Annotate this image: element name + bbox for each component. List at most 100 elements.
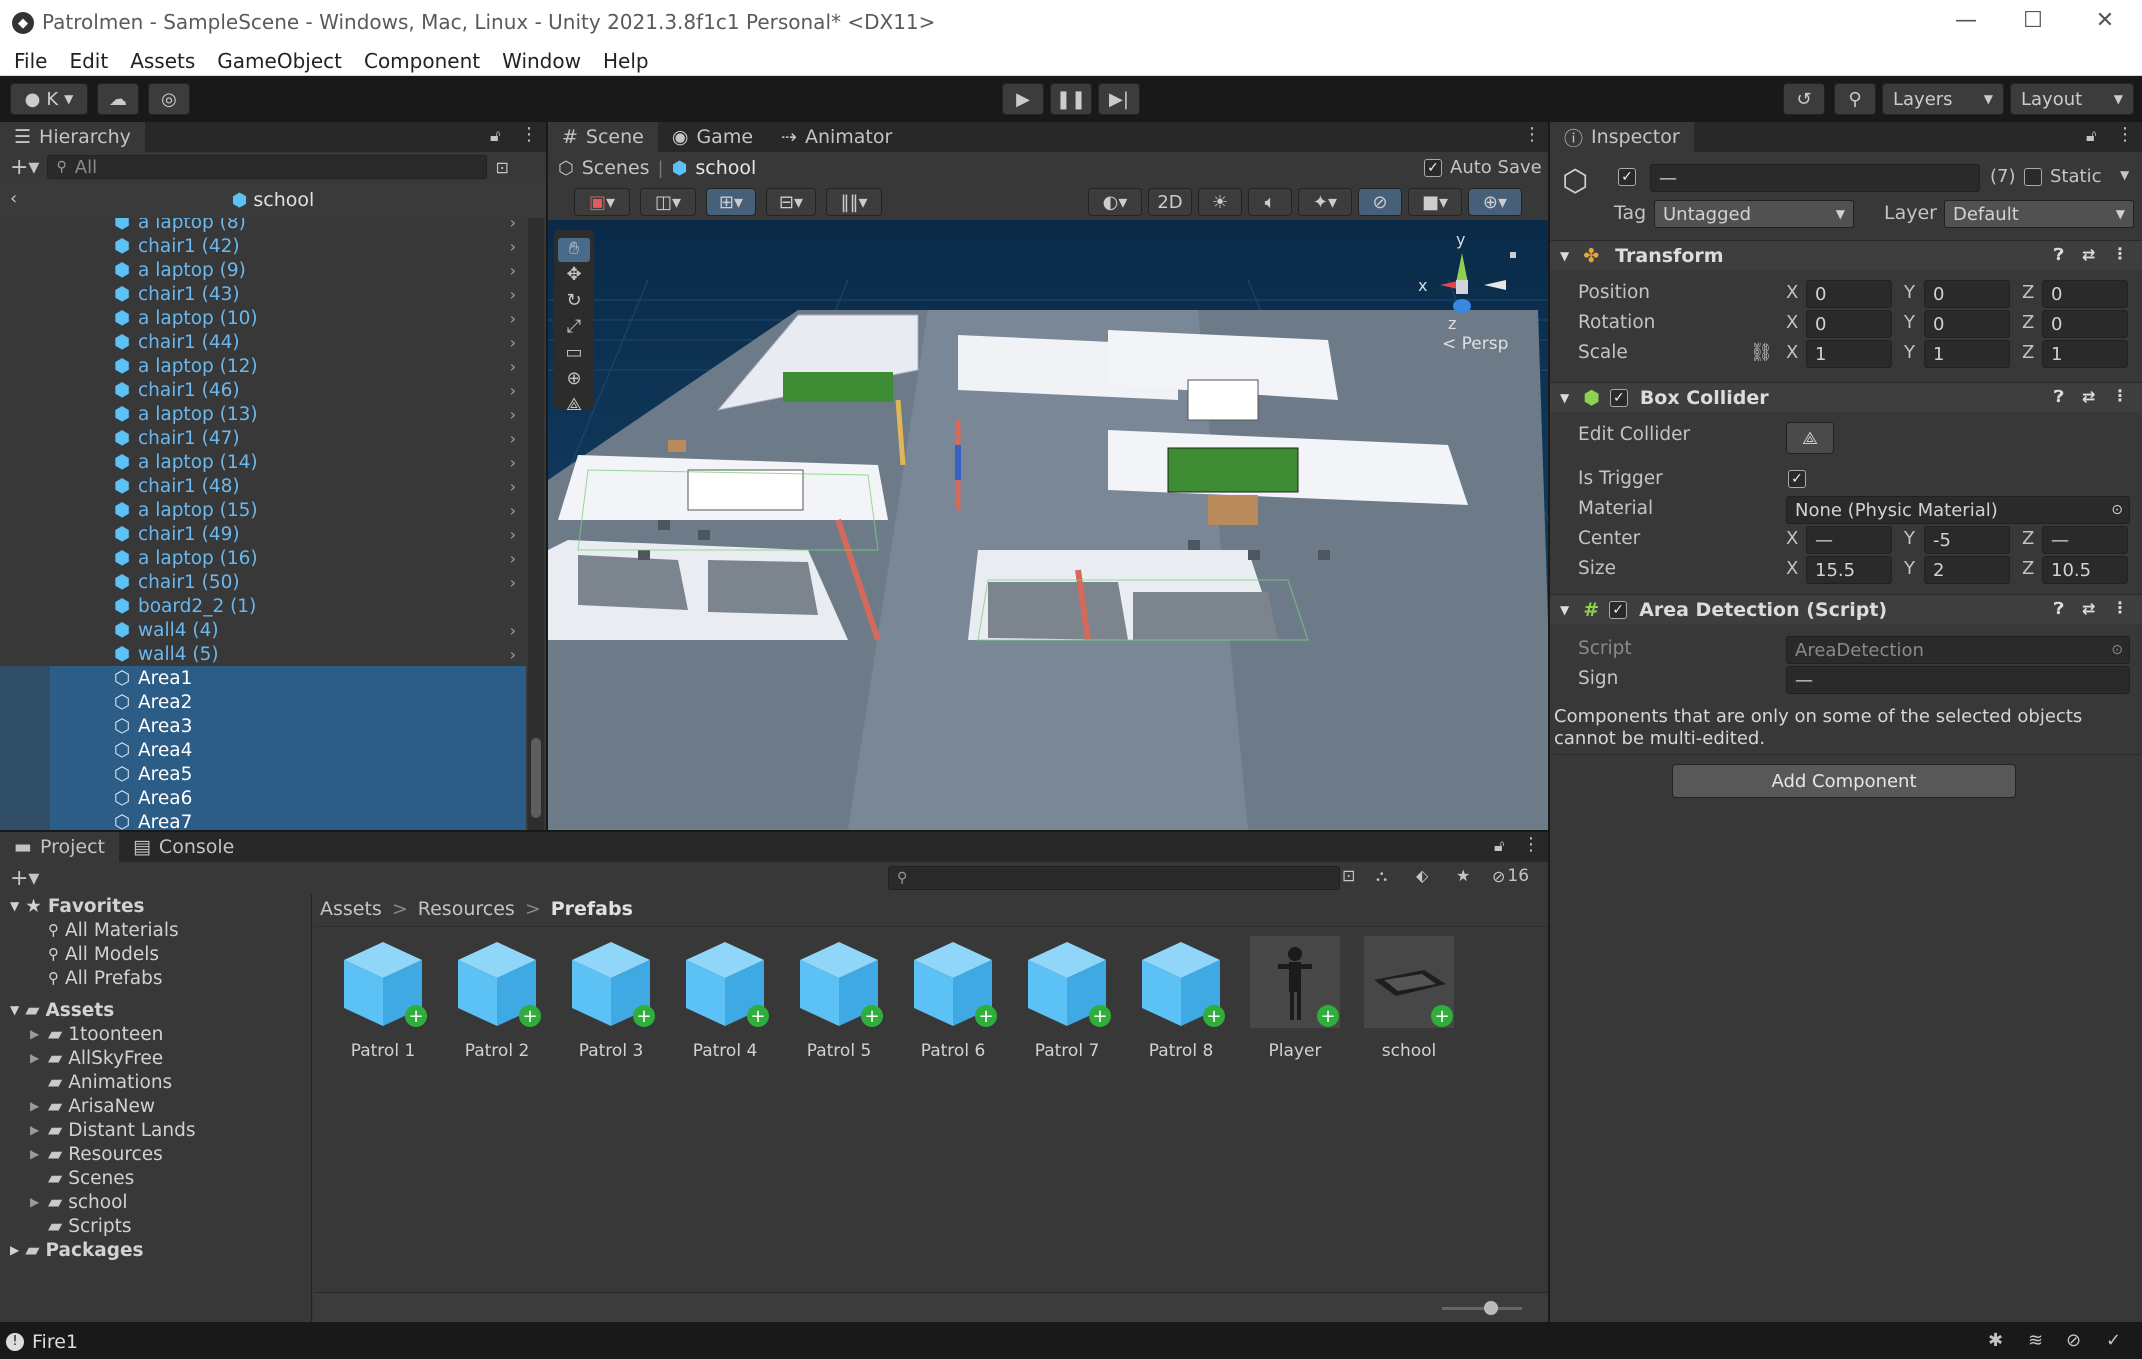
preset-icon[interactable]: ⇄ — [2082, 387, 2095, 406]
asset-folder-item[interactable]: ▶ ▰ ArisaNew — [0, 1094, 311, 1118]
hierarchy-item[interactable]: ⬢ a laptop (8) › — [0, 218, 526, 234]
asset-folder-item[interactable]: ▰ Scripts — [0, 1214, 311, 1238]
rotation-z-field[interactable]: 0 — [2042, 310, 2128, 338]
rotation-y-field[interactable]: 0 — [1924, 310, 2010, 338]
foldout-arrow-icon[interactable]: ▶ — [30, 1099, 48, 1113]
rotation-x-field[interactable]: 0 — [1806, 310, 1892, 338]
hierarchy-item[interactable]: ⬢ a laptop (13) › — [0, 402, 526, 426]
chevron-right-icon[interactable]: › — [510, 549, 516, 568]
chevron-right-icon[interactable]: › — [510, 218, 516, 232]
prefab-tile[interactable]: + Patrol 7 — [1012, 936, 1122, 1061]
favorite-item[interactable]: ⚲ All Materials — [0, 918, 311, 942]
pause-button[interactable]: ❚❚ — [1050, 83, 1092, 115]
more-menu-icon[interactable]: ⋮ — [1522, 834, 1540, 855]
tab-hierarchy[interactable]: ☰ Hierarchy — [0, 122, 145, 152]
increment-snap-button[interactable]: ⊟ ▾ — [766, 188, 816, 216]
tab-console[interactable]: ▤ Console — [119, 832, 248, 862]
search-button[interactable]: ⚲ — [1834, 83, 1876, 115]
scale-tool-icon[interactable]: ⤢ — [558, 316, 590, 340]
transform-header[interactable]: ▼ ✤ Transform ❓︎ ⇄ ⋮ — [1550, 240, 2142, 270]
audio-button[interactable]: 🔈︎ — [1248, 188, 1292, 216]
tab-animator[interactable]: ⇢ Animator — [767, 122, 906, 152]
auto-save-toggle[interactable]: ✓ Auto Save — [1424, 157, 1542, 178]
preset-icon[interactable]: ⇄ — [2082, 599, 2095, 618]
tab-scene[interactable]: # Scene — [548, 122, 658, 152]
check-circle-icon[interactable]: ✓ — [2106, 1330, 2121, 1351]
chevron-down-icon[interactable]: ▼ — [2120, 168, 2129, 182]
add-object-button[interactable]: +▾ — [10, 155, 39, 180]
prefab-tile[interactable]: + Patrol 8 — [1126, 936, 1236, 1061]
search-by-type-icon[interactable]: ⊡ — [1342, 866, 1355, 885]
more-menu-icon[interactable]: ⋮ — [1523, 124, 1541, 145]
layers-dropdown[interactable]: Layers ▼ — [1882, 83, 2004, 115]
hidden-objects-button[interactable]: ⊘ — [1358, 188, 1402, 216]
hierarchy-item[interactable]: ⬢ a laptop (14) › — [0, 450, 526, 474]
preset-icon[interactable]: ⇄ — [2082, 245, 2095, 264]
zoom-slider[interactable] — [1442, 1301, 1522, 1315]
chevron-right-icon[interactable]: › — [510, 357, 516, 376]
constrain-proportions-icon[interactable]: ⛓ — [1750, 342, 1773, 363]
hierarchy-item[interactable]: ⬢ chair1 (49) › — [0, 522, 526, 546]
transform-tool-icon[interactable]: ⊕ — [558, 368, 590, 392]
chevron-right-icon[interactable]: › — [510, 285, 516, 304]
prefab-tile[interactable]: + Patrol 1 — [328, 936, 438, 1061]
chevron-right-icon[interactable]: › — [510, 381, 516, 400]
foldout-arrow-icon[interactable]: ▼ — [1560, 391, 1569, 405]
hierarchy-scrollbar[interactable] — [528, 218, 544, 830]
breadcrumb-prefabs[interactable]: Prefabs — [551, 898, 633, 920]
camera-button[interactable]: ■ ▾ — [1408, 188, 1462, 216]
hierarchy-item[interactable]: ⬡ Area4 — [0, 738, 526, 762]
menu-assets[interactable]: Assets — [130, 49, 195, 73]
foldout-arrow-icon[interactable]: ▼ — [1560, 603, 1569, 617]
layer-dropdown[interactable]: Default ▼ — [1944, 200, 2134, 228]
menu-gameobject[interactable]: GameObject — [217, 49, 342, 73]
prefab-tile[interactable]: + school — [1354, 936, 1464, 1061]
filter-icon[interactable]: ⛬ — [1376, 866, 1387, 886]
asset-folder-item[interactable]: ▶ ▰ 1toonteen — [0, 1022, 311, 1046]
box-collider-header[interactable]: ▼ ⬢ ✓ Box Collider ❓︎ ⇄ ⋮ — [1550, 382, 2142, 412]
breadcrumb-assets[interactable]: Assets — [320, 898, 382, 920]
hierarchy-search-field[interactable]: ⚲ All — [47, 155, 488, 179]
tab-project[interactable]: ▬ Project — [0, 832, 119, 862]
help-icon[interactable]: ❓︎ — [2054, 599, 2064, 619]
chevron-right-icon[interactable]: › — [510, 621, 516, 640]
is-trigger-checkbox[interactable]: ✓ — [1788, 470, 1806, 488]
rotate-tool-icon[interactable]: ↻ — [558, 290, 590, 314]
minimize-button[interactable]: — — [1946, 8, 1986, 33]
position-y-field[interactable]: 0 — [1924, 280, 2010, 308]
asset-folder-item[interactable]: ▶ ▰ school — [0, 1190, 311, 1214]
hierarchy-item[interactable]: ⬢ wall4 (4) › — [0, 618, 526, 642]
help-icon[interactable]: ❓︎ — [2054, 387, 2064, 407]
step-button[interactable]: ▶| — [1098, 83, 1140, 115]
toggle-2d-button[interactable]: 2D — [1148, 188, 1192, 216]
position-z-field[interactable]: 0 — [2042, 280, 2128, 308]
size-x-field[interactable]: 15.5 — [1806, 556, 1892, 584]
asset-folder-item[interactable]: ▰ Scenes — [0, 1166, 311, 1190]
undo-history-button[interactable]: ↺ — [1783, 83, 1825, 115]
asset-folder-item[interactable]: ▶ ▰ AllSkyFree — [0, 1046, 311, 1070]
area-detection-header[interactable]: ▼ # ✓ Area Detection (Script) ❓︎ ⇄ ⋮ — [1550, 594, 2142, 624]
prefab-tile[interactable]: + Patrol 4 — [670, 936, 780, 1061]
add-component-button[interactable]: Add Component — [1672, 764, 2016, 798]
hierarchy-item[interactable]: ⬢ a laptop (16) › — [0, 546, 526, 570]
favorite-item[interactable]: ⚲ All Prefabs — [0, 966, 311, 990]
close-button[interactable]: ✕ — [2085, 8, 2125, 33]
lock-icon[interactable]: 🔓︎ — [2086, 126, 2096, 146]
favorites-row[interactable]: ▼ ★ Favorites — [0, 894, 311, 918]
draw-mode-button[interactable]: ▣ ▾ — [574, 188, 630, 216]
packages-row[interactable]: ▶ ▰ Packages — [0, 1238, 311, 1262]
scale-x-field[interactable]: 1 — [1806, 340, 1892, 368]
hierarchy-item[interactable]: ⬡ Area1 — [0, 666, 526, 690]
hierarchy-item[interactable]: ⬡ Area5 — [0, 762, 526, 786]
foldout-arrow-icon[interactable]: ▶ — [30, 1147, 48, 1161]
asset-folder-item[interactable]: ▶ ▰ Distant Lands — [0, 1118, 311, 1142]
chevron-right-icon[interactable]: › — [510, 477, 516, 496]
favorite-item[interactable]: ⚲ All Models — [0, 942, 311, 966]
menu-component[interactable]: Component — [364, 49, 480, 73]
hierarchy-item[interactable]: ⬢ chair1 (48) › — [0, 474, 526, 498]
star-icon[interactable]: ★ — [1456, 866, 1470, 885]
collab-button[interactable]: ◎ — [148, 83, 190, 115]
more-menu-icon[interactable]: ⋮ — [2112, 244, 2128, 263]
chevron-right-icon[interactable]: › — [510, 501, 516, 520]
asset-folder-item[interactable]: ▰ Animations — [0, 1070, 311, 1094]
